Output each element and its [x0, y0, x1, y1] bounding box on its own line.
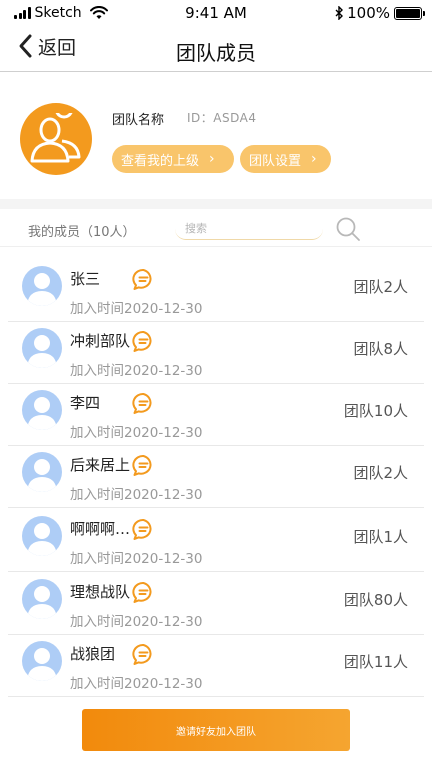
team-settings-button[interactable]: 团队设置 › — [240, 145, 331, 173]
chat-bubble-icon[interactable] — [132, 454, 155, 477]
member-join-time: 加入时间2020-12-30 — [70, 487, 203, 503]
battery-icon — [394, 6, 425, 20]
person-icon — [27, 523, 57, 556]
member-team-count: 团队10人 — [343, 402, 408, 420]
chat-bubble-icon[interactable] — [132, 581, 155, 604]
member-row[interactable]: 李四 加入时间2020-12-30 团队10人 — [8, 384, 424, 446]
chat-bubble-icon[interactable] — [132, 268, 155, 291]
page-title: 团队成员 — [176, 41, 256, 65]
person-icon — [27, 335, 57, 368]
people-icon — [30, 113, 81, 163]
member-team-count: 团队8人 — [353, 340, 408, 358]
view-superior-label: 查看我的上级 — [121, 153, 200, 169]
member-name: 张三 — [70, 270, 101, 288]
members-count-label: 我的成员（10人） — [28, 225, 136, 240]
member-team-count: 团队11人 — [343, 653, 408, 671]
bluetooth-icon — [335, 6, 344, 20]
team-id: ID：ASDA4 — [187, 111, 257, 125]
chevron-right-icon: › — [209, 151, 215, 167]
chat-bubble-icon[interactable] — [132, 392, 155, 415]
member-name: 后来居上 — [70, 456, 131, 474]
team-avatar — [20, 103, 92, 175]
member-join-time: 加入时间2020-12-30 — [70, 425, 203, 441]
member-team-count: 团队1人 — [353, 528, 408, 546]
chat-bubble-icon[interactable] — [132, 518, 155, 541]
team-name: 团队名称 — [112, 113, 165, 128]
chat-bubble-icon[interactable] — [132, 330, 155, 353]
members-bar: 我的成员（10人） — [0, 209, 432, 247]
member-name: 战狼团 — [70, 645, 116, 663]
view-superior-button[interactable]: 查看我的上级 › — [112, 145, 234, 173]
team-header: 团队名称 ID：ASDA4 查看我的上级 › 团队设置 › — [0, 73, 432, 199]
member-row[interactable]: 张三 加入时间2020-12-30 团队2人 — [8, 260, 424, 322]
search-icon[interactable] — [334, 215, 362, 243]
avatar — [22, 579, 62, 619]
member-row[interactable]: 啊啊啊… 加入时间2020-12-30 团队1人 — [8, 510, 424, 572]
person-icon — [27, 459, 57, 492]
chevron-right-icon: › — [311, 151, 317, 167]
member-join-time: 加入时间2020-12-30 — [70, 614, 203, 630]
section-divider — [0, 199, 432, 209]
member-row[interactable]: 冲刺部队 加入时间2020-12-30 团队8人 — [8, 322, 424, 384]
status-right: 100% — [335, 4, 425, 22]
member-join-time: 加入时间2020-12-30 — [70, 676, 203, 692]
avatar — [22, 390, 62, 430]
member-name: 理想战队 — [70, 583, 131, 601]
member-team-count: 团队2人 — [353, 464, 408, 482]
nav-bar: 返回 团队成员 — [0, 26, 432, 72]
member-name: 啊啊啊… — [70, 520, 131, 538]
status-bar: Sketch 9:41 AM 100% — [0, 0, 432, 26]
team-settings-label: 团队设置 — [249, 153, 302, 169]
invite-friends-button[interactable]: 邀请好友加入团队 — [82, 709, 350, 751]
member-join-time: 加入时间2020-12-30 — [70, 551, 203, 567]
member-team-count: 团队2人 — [353, 278, 408, 296]
member-row[interactable]: 战狼团 加入时间2020-12-30 团队11人 — [8, 635, 424, 697]
member-join-time: 加入时间2020-12-30 — [70, 301, 203, 317]
person-icon — [27, 397, 57, 430]
member-team-count: 团队80人 — [343, 591, 408, 609]
member-name: 李四 — [70, 394, 101, 412]
member-name: 冲刺部队 — [70, 332, 131, 350]
battery-percent: 100% — [347, 4, 390, 22]
avatar — [22, 641, 62, 681]
avatar — [22, 516, 62, 556]
member-row[interactable]: 后来居上 加入时间2020-12-30 团队2人 — [8, 446, 424, 508]
avatar — [22, 266, 62, 306]
search-input[interactable] — [175, 218, 323, 240]
chat-bubble-icon[interactable] — [132, 643, 155, 666]
person-icon — [27, 273, 57, 306]
avatar — [22, 452, 62, 492]
person-icon — [27, 648, 57, 681]
avatar — [22, 328, 62, 368]
member-row[interactable]: 理想战队 加入时间2020-12-30 团队80人 — [8, 573, 424, 635]
member-join-time: 加入时间2020-12-30 — [70, 363, 203, 379]
person-icon — [27, 586, 57, 619]
